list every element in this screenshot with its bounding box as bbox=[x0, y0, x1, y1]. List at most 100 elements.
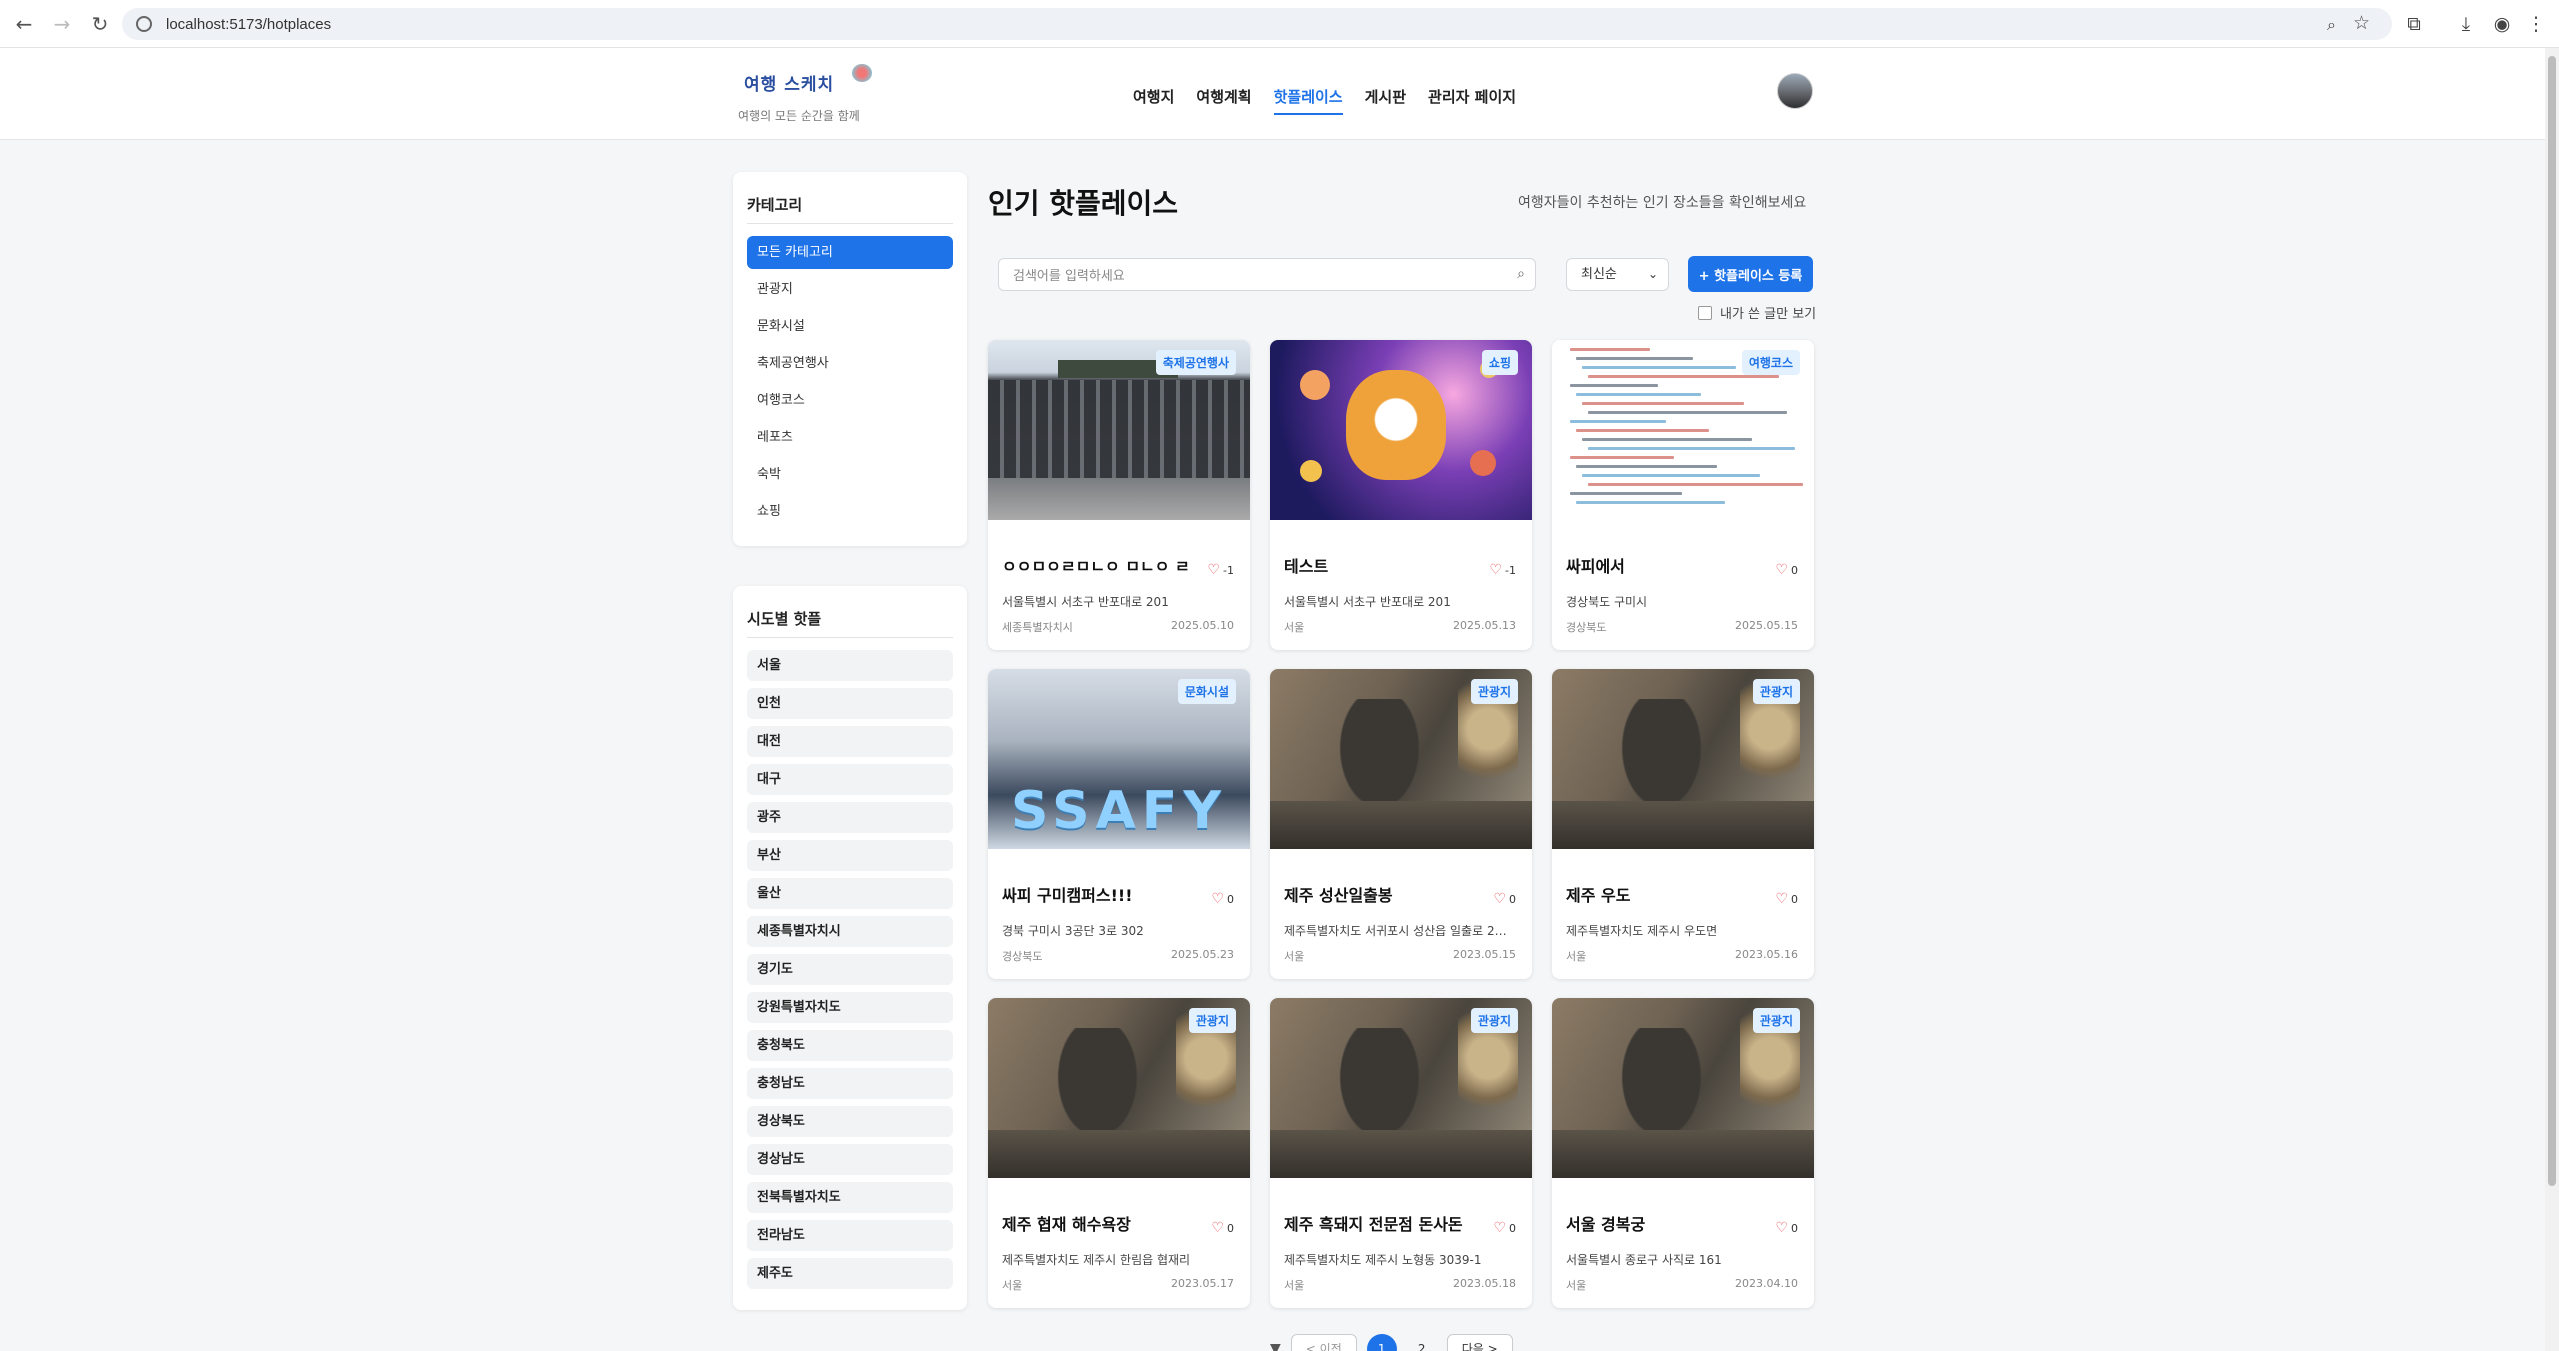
heart-icon[interactable]: ♡ bbox=[1493, 1220, 1506, 1236]
page-2[interactable]: 2 bbox=[1407, 1334, 1437, 1351]
card-address: 제주특별자치도 서귀포시 성산읍 일출로 2… bbox=[1284, 924, 1507, 938]
heart-icon[interactable]: ♡ bbox=[1775, 562, 1788, 578]
search-icon[interactable]: ⌕ bbox=[1517, 266, 1525, 282]
zoom-icon[interactable]: ⌕ bbox=[2327, 15, 2336, 35]
heart-icon[interactable]: ♡ bbox=[1775, 891, 1788, 907]
card-title[interactable]: 싸피에서 bbox=[1566, 553, 1625, 577]
search-input[interactable]: 검색어를 입력하세요 ⌕ bbox=[998, 258, 1536, 291]
nav-hotplaces[interactable]: 핫플레이스 bbox=[1273, 86, 1343, 115]
bookmark-star-icon[interactable]: ☆ bbox=[2353, 12, 2370, 34]
site-info-icon[interactable] bbox=[136, 16, 152, 32]
card-date: 2023.05.15 bbox=[1453, 948, 1516, 961]
heart-icon[interactable]: ♡ bbox=[1493, 891, 1506, 907]
region-item[interactable]: 제주도 bbox=[747, 1258, 953, 1289]
prev-page-button[interactable]: < 이전 bbox=[1290, 1334, 1357, 1351]
nav-travel-plan[interactable]: 여행계획 bbox=[1196, 86, 1251, 115]
card-title[interactable]: 제주 협재 해수욕장 bbox=[1002, 1211, 1131, 1235]
hotplace-card[interactable]: 축제공연행사 ㅇㅇㅁㅇㄹㅁㄴㅇ ㅁㄴㅇ ㄹ ♡ -1 서울특별시 서초구 반포대로 20… bbox=[988, 340, 1250, 650]
page-scrollbar[interactable] bbox=[2545, 48, 2559, 1351]
region-item[interactable]: 서울 bbox=[747, 650, 953, 681]
nav-admin[interactable]: 관리자 페이지 bbox=[1428, 86, 1516, 115]
region-item[interactable]: 광주 bbox=[747, 802, 953, 833]
region-item[interactable]: 전라남도 bbox=[747, 1220, 953, 1251]
category-item[interactable]: 문화시설 bbox=[747, 310, 953, 343]
region-item[interactable]: 경상북도 bbox=[747, 1106, 953, 1137]
card-region: 경상북도 bbox=[1566, 621, 1607, 634]
category-item[interactable]: 관광지 bbox=[747, 273, 953, 306]
nav-destinations[interactable]: 여행지 bbox=[1133, 86, 1174, 115]
like-button[interactable]: ♡ 0 bbox=[1775, 1220, 1798, 1236]
hotplace-card[interactable]: SSAFY 문화시설 싸피 구미캠퍼스!!! ♡ 0 경북 구미시 3공단 3로 302 경… bbox=[988, 669, 1250, 979]
card-title[interactable]: 서울 경복궁 bbox=[1566, 1211, 1645, 1235]
main-nav: 여행지 여행계획 핫플레이스 게시판 관리자 페이지 bbox=[1133, 86, 1538, 115]
heart-icon[interactable]: ♡ bbox=[1489, 562, 1502, 578]
next-page-button[interactable]: 다음 > bbox=[1446, 1334, 1513, 1351]
profile-icon[interactable]: ◉ bbox=[2488, 10, 2516, 38]
download-icon[interactable]: ⤓ bbox=[2452, 10, 2480, 38]
region-item[interactable]: 대구 bbox=[747, 764, 953, 795]
forward-icon[interactable]: → bbox=[48, 10, 76, 38]
heart-icon[interactable]: ♡ bbox=[1207, 562, 1220, 578]
sort-select[interactable]: 최신순 ⌄ bbox=[1566, 258, 1669, 291]
region-item[interactable]: 충청남도 bbox=[747, 1068, 953, 1099]
mine-only-checkbox[interactable] bbox=[1698, 305, 1712, 320]
extensions-icon[interactable]: ⧉ bbox=[2400, 10, 2428, 38]
like-button[interactable]: ♡ 0 bbox=[1775, 562, 1798, 578]
category-item[interactable]: 축제공연행사 bbox=[747, 347, 953, 380]
hotplace-card[interactable]: 관광지 제주 우도 ♡ 0 제주특별자치도 제주시 우도면 서울 2023.05.16 bbox=[1552, 669, 1814, 979]
mine-only-toggle[interactable]: 내가 쓴 글만 보기 bbox=[1698, 303, 1816, 322]
like-button[interactable]: ♡ 0 bbox=[1775, 891, 1798, 907]
region-item[interactable]: 인천 bbox=[747, 688, 953, 719]
category-item[interactable]: 여행코스 bbox=[747, 384, 953, 417]
like-button[interactable]: ♡ -1 bbox=[1489, 562, 1516, 578]
heart-icon[interactable]: ♡ bbox=[1211, 1220, 1224, 1236]
region-item[interactable]: 충청북도 bbox=[747, 1030, 953, 1061]
category-item[interactable]: 쇼핑 bbox=[747, 495, 953, 528]
region-item[interactable]: 경상남도 bbox=[747, 1144, 953, 1175]
like-count: 0 bbox=[1227, 1221, 1234, 1235]
region-item[interactable]: 전북특별자치도 bbox=[747, 1182, 953, 1213]
hotplace-card[interactable]: 관광지 제주 협재 해수욕장 ♡ 0 제주특별자치도 제주시 한림읍 협재리 서울 2023… bbox=[988, 998, 1250, 1308]
filter-icon[interactable]: ▼ bbox=[1270, 1341, 1281, 1351]
category-badge: 관광지 bbox=[1470, 679, 1518, 704]
like-button[interactable]: ♡ 0 bbox=[1211, 1220, 1234, 1236]
card-title[interactable]: 제주 성산일출봉 bbox=[1284, 882, 1393, 906]
reload-icon[interactable]: ↻ bbox=[86, 10, 114, 38]
card-title[interactable]: ㅇㅇㅁㅇㄹㅁㄴㅇ ㅁㄴㅇ ㄹ bbox=[1002, 553, 1190, 577]
card-title[interactable]: 제주 우도 bbox=[1566, 882, 1630, 906]
avatar[interactable] bbox=[1777, 73, 1813, 109]
like-button[interactable]: ♡ 0 bbox=[1493, 1220, 1516, 1236]
category-item[interactable]: 모든 카테고리 bbox=[747, 236, 953, 269]
like-button[interactable]: ♡ 0 bbox=[1493, 891, 1516, 907]
heart-icon[interactable]: ♡ bbox=[1775, 1220, 1788, 1236]
site-logo[interactable]: 여행 스케치 여행의 모든 순간을 함께 bbox=[738, 64, 872, 124]
address-bar[interactable]: localhost:5173/hotplaces ⌕ ☆ bbox=[122, 8, 2392, 40]
category-item[interactable]: 숙박 bbox=[747, 458, 953, 491]
hotplace-card[interactable]: 쇼핑 테스트 ♡ -1 서울특별시 서초구 반포대로 201 서울 2025.05.13 bbox=[1270, 340, 1532, 650]
hotplace-card[interactable]: 관광지 제주 성산일출봉 ♡ 0 제주특별자치도 서귀포시 성산읍 일출로 2… 서울 20… bbox=[1270, 669, 1532, 979]
category-item[interactable]: 레포츠 bbox=[747, 421, 953, 454]
region-item[interactable]: 강원특별자치도 bbox=[747, 992, 953, 1023]
back-icon[interactable]: ← bbox=[10, 10, 38, 38]
hotplace-card[interactable]: 관광지 제주 흑돼지 전문점 돈사돈 ♡ 0 제주특별자치도 제주시 노형동 3039-… bbox=[1270, 998, 1532, 1308]
region-item[interactable]: 경기도 bbox=[747, 954, 953, 985]
card-title[interactable]: 제주 흑돼지 전문점 돈사돈 bbox=[1284, 1211, 1463, 1235]
category-badge: 문화시설 bbox=[1177, 679, 1236, 704]
hotplace-card[interactable]: 관광지 서울 경복궁 ♡ 0 서울특별시 종로구 사직로 161 서울 2023.04.10 bbox=[1552, 998, 1814, 1308]
region-item[interactable]: 부산 bbox=[747, 840, 953, 871]
scrollbar-thumb[interactable] bbox=[2548, 56, 2556, 1186]
region-item[interactable]: 세종특별자치시 bbox=[747, 916, 953, 947]
like-button[interactable]: ♡ 0 bbox=[1211, 891, 1234, 907]
like-button[interactable]: ♡ -1 bbox=[1207, 562, 1234, 578]
card-date: 2025.05.10 bbox=[1171, 619, 1234, 632]
region-item[interactable]: 대전 bbox=[747, 726, 953, 757]
menu-icon[interactable]: ⋮ bbox=[2522, 10, 2550, 38]
hotplace-card[interactable]: 여행코스 싸피에서 ♡ 0 경상북도 구미시 경상북도 2025.05.15 bbox=[1552, 340, 1814, 650]
card-title[interactable]: 싸피 구미캠퍼스!!! bbox=[1002, 882, 1133, 906]
page-1[interactable]: 1 bbox=[1366, 1334, 1397, 1351]
region-item[interactable]: 울산 bbox=[747, 878, 953, 909]
heart-icon[interactable]: ♡ bbox=[1211, 891, 1224, 907]
card-title[interactable]: 테스트 bbox=[1284, 553, 1328, 577]
nav-board[interactable]: 게시판 bbox=[1365, 86, 1406, 115]
add-hotplace-button[interactable]: + 핫플레이스 등록 bbox=[1688, 256, 1813, 292]
